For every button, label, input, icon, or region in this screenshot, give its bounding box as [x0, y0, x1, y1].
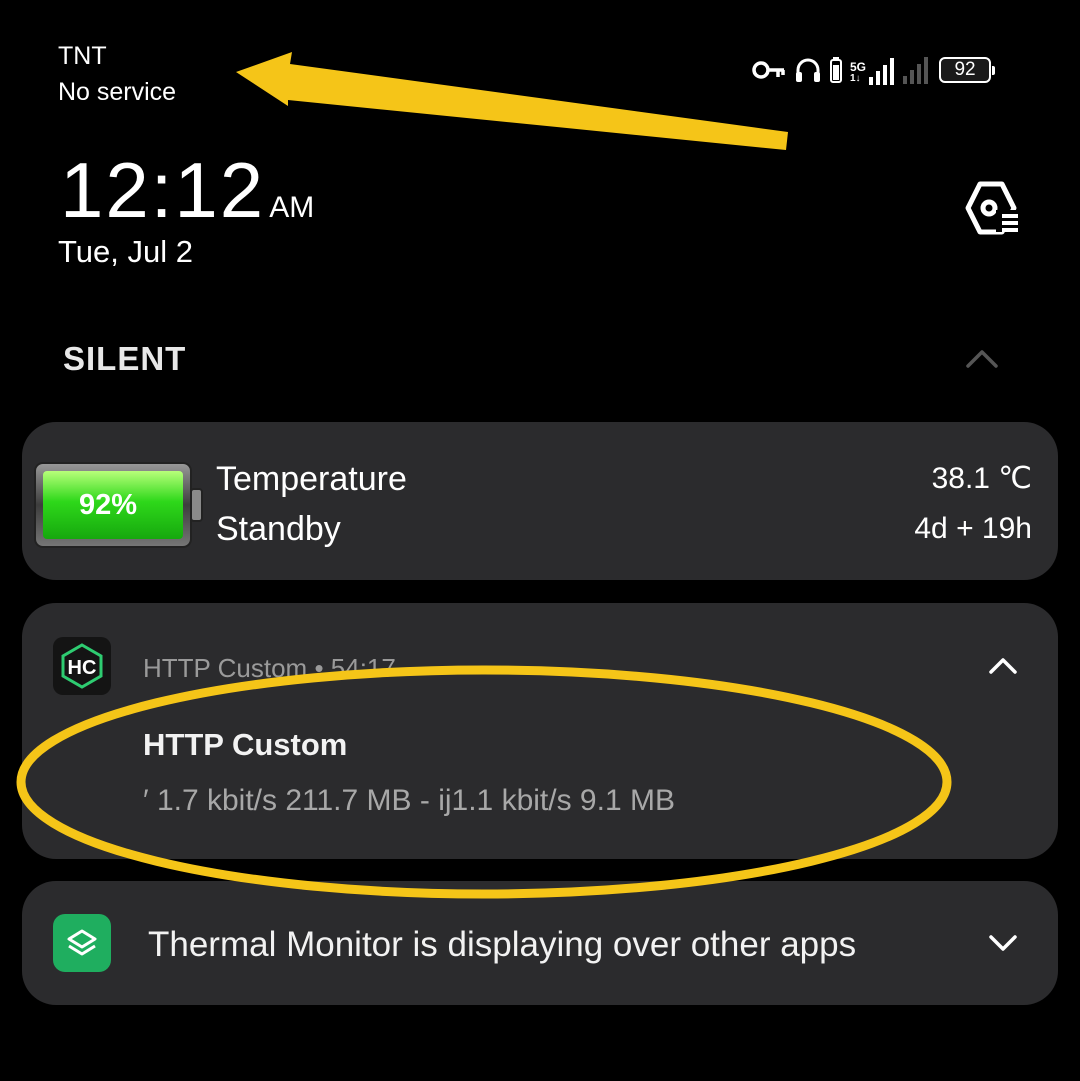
notification-app-header: HTTP Custom • 54:17 — [143, 650, 396, 686]
clock-ampm: AM — [269, 191, 315, 224]
layers-icon — [53, 914, 111, 972]
chevron-up-icon[interactable] — [962, 340, 1002, 376]
standby-label: Standby — [216, 510, 341, 548]
battery-small-icon — [830, 57, 842, 83]
app-name: HTTP Custom — [143, 653, 308, 683]
thermal-notification-text: Thermal Monitor is displaying over other… — [148, 925, 857, 964]
clock-time: 12:12 — [60, 146, 266, 234]
battery-percent: 92% — [79, 489, 137, 521]
date[interactable]: Tue, Jul 2 — [58, 232, 193, 272]
carrier-name: TNT — [58, 42, 107, 70]
annotation-arrow — [236, 52, 788, 150]
service-status: No service — [58, 78, 177, 106]
http-custom-app-icon: HC — [53, 637, 111, 695]
signal-5g-icon: 5G 1↓ — [850, 55, 895, 85]
battery-level-graphic: 92% — [34, 462, 204, 548]
header-separator: • — [314, 653, 331, 683]
http-custom-icon-text: HC — [68, 657, 97, 679]
network-sub: 1↓ — [850, 73, 861, 84]
standby-value: 4d + 19h — [914, 512, 1032, 545]
battery-icon: 92 — [939, 57, 996, 83]
notification-title: HTTP Custom — [143, 727, 348, 762]
temperature-label: Temperature — [216, 460, 407, 498]
status-icons: 5G 1↓ 92 — [752, 54, 996, 86]
settings-gear-icon[interactable] — [962, 180, 1022, 236]
network-type: 5G — [850, 60, 867, 74]
carrier-info: TNT No service — [58, 38, 176, 110]
headphones-icon — [796, 58, 820, 82]
chevron-up-icon[interactable] — [986, 650, 1020, 680]
vpn-key-icon — [752, 61, 785, 79]
clock[interactable]: 12:12 AM — [60, 145, 314, 235]
chevron-down-icon[interactable] — [986, 928, 1020, 958]
notification-text: ′ 1.7 kbit/s 211.7 MB - ij1.1 kbit/s 9.1… — [143, 784, 675, 817]
signal-empty-icon — [903, 57, 929, 84]
section-header-silent: SILENT — [63, 340, 187, 377]
elapsed-time: 54:17 — [330, 653, 396, 683]
battery-level: 92 — [954, 59, 976, 80]
temperature-value: 38.1 ℃ — [931, 462, 1032, 495]
